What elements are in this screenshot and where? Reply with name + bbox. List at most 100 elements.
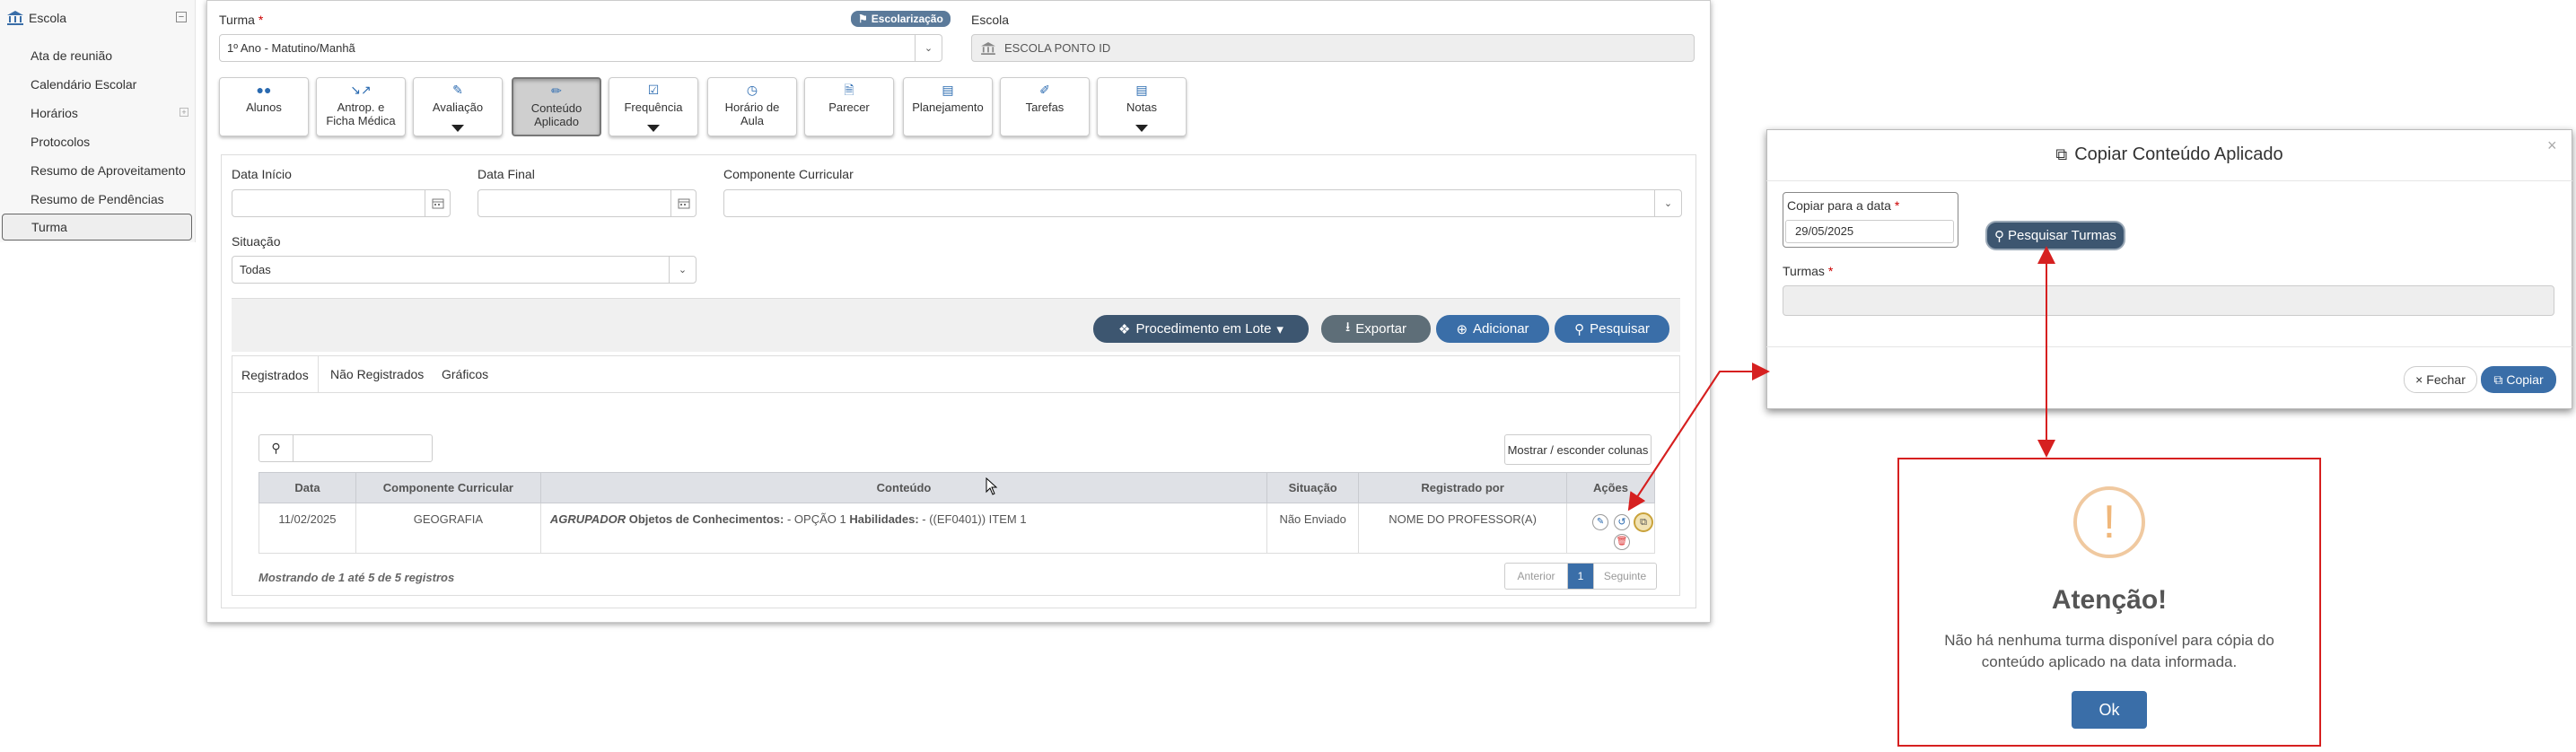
trash-icon[interactable]: 🗑 [1614,534,1631,550]
pencil-icon: ✐ [1039,83,1050,97]
sidebar-item-aproveitamento[interactable]: Resumo de Aproveitamento [31,162,186,179]
situacao-select[interactable]: Todas ⌄ [232,256,697,284]
table-search[interactable]: ⚲ [258,434,433,462]
nav-conteudo-aplicado[interactable]: ✏ Conteúdo Aplicado [512,77,601,136]
search-icon: ⚲ [1574,321,1585,337]
dropdown-caret-icon [451,125,464,132]
pagination-next[interactable]: Seguinte [1593,564,1656,589]
sidebar-item-horarios[interactable]: Horários + [31,104,188,122]
data-final-label: Data Final [478,167,535,181]
column-header[interactable]: Situação [1266,472,1360,503]
column-header[interactable]: Registrado por [1358,472,1568,503]
pagination-page[interactable]: 1 [1568,564,1593,589]
sidebar-item-pendencias[interactable]: Resumo de Pendências [31,190,164,208]
nav-planejamento[interactable]: ▤ Planejamento [903,77,993,136]
adicionar-button[interactable]: ⊕ Adicionar [1436,315,1549,343]
pesquisar-turmas-button[interactable]: ⚲ Pesquisar Turmas [1985,221,2125,250]
nav-label: Conteúdo [530,101,583,115]
copiar-button[interactable]: ⧉ Copiar [2481,366,2556,393]
column-header[interactable]: Componente Curricular [355,472,541,503]
institution-icon [981,41,995,55]
copy-icon[interactable]: ⧉ [1634,512,1654,532]
alert-title: Atenção! [2051,585,2168,615]
edit-icon[interactable]: ✎ [1592,514,1609,530]
table-row: 11/02/2025 GEOGRAFIA AGRUPADOR Objetos d… [258,503,1655,554]
badge-label: Escolarização [871,13,943,25]
fechar-button[interactable]: × Fechar [2404,366,2477,393]
objetos-value: - OPÇÃO 1 [786,512,846,526]
nav-avaliacao[interactable]: ✎ Avaliação [413,77,503,136]
situacao-label: Situação [232,234,281,249]
data-final-input[interactable] [478,189,697,217]
book-icon: ▤ [942,83,954,97]
file-icon: 🗎 [844,83,854,97]
list-icon: ▤ [1135,83,1148,97]
pencil-icon: ✏ [551,83,562,98]
history-icon[interactable]: ↺ [1614,514,1631,530]
button-label: Procedimento em Lote [1135,321,1272,337]
nav-label: Horário de [724,101,780,114]
date-input[interactable]: 29/05/2025 [1785,220,1954,243]
button-label: Adicionar [1473,321,1529,337]
column-header[interactable]: Ações [1566,472,1655,503]
data-inicio-label: Data Início [232,167,292,181]
expand-icon[interactable]: + [180,108,188,117]
sidebar-item-protocolos[interactable]: Protocolos [31,133,90,151]
nav-label: Parecer [828,101,870,114]
ok-button[interactable]: Ok [2072,691,2147,729]
cell-componente: GEOGRAFIA [355,503,541,554]
tab-graficos[interactable]: Gráficos [433,355,497,393]
nav-notas[interactable]: ▤ Notas [1097,77,1187,136]
nav-alunos[interactable]: ●● Alunos [219,77,309,136]
sidebar-item-ata[interactable]: Ata de reunião [31,47,112,65]
tab-nao-registrados[interactable]: Não Registrados [321,355,433,393]
collapse-icon[interactable]: − [176,12,187,22]
modal-header: ⧉ Copiar Conteúdo Aplicado [1766,129,2572,181]
nav-antrop[interactable]: ↘↗ Antrop. e Ficha Médica [316,77,406,136]
content-table: Data Componente Curricular Conteúdo Situ… [258,472,1655,554]
caret-down-icon: ▾ [1276,321,1284,337]
componente-select[interactable]: ⌄ [723,189,1682,217]
sidebar-item-label: Horários [31,106,78,120]
chevron-down-icon: ⌄ [669,257,696,283]
procedimento-lote-button[interactable]: ❖ Procedimento em Lote ▾ [1093,315,1309,343]
calendar-icon[interactable] [670,190,696,216]
exportar-button[interactable]: ⭳ Exportar [1321,315,1431,343]
mouse-cursor-icon [986,477,998,495]
nav-parecer[interactable]: 🗎 Parecer [804,77,894,136]
cell-data: 11/02/2025 [258,503,356,554]
column-header[interactable]: Data [258,472,356,503]
nav-frequencia[interactable]: ☑ Frequência [609,77,698,136]
nav-label: Planejamento [912,101,984,114]
turmas-select[interactable] [1783,285,2554,316]
column-header[interactable]: Conteúdo [539,472,1268,503]
toggle-columns-button[interactable]: Mostrar / esconder colunas [1504,434,1652,465]
nav-label-2: Ficha Médica [326,114,396,127]
escolarizacao-badge: ⚑ Escolarização [851,11,951,27]
dropdown-caret-icon [1135,125,1148,132]
escola-value: ESCOLA PONTO ID [1004,41,1111,55]
nav-tarefas[interactable]: ✐ Tarefas [1000,77,1090,136]
dropdown-caret-icon [647,125,660,132]
table-info: Mostrando de 1 até 5 de 5 registros [258,571,455,584]
cell-conteudo: AGRUPADOR Objetos de Conhecimentos: - OP… [539,503,1268,554]
habilidades-value: - ((EF0401)) ITEM 1 [922,512,1027,526]
tab-registrados[interactable]: Registrados [232,355,319,393]
agrupador-label: AGRUPADOR [549,512,626,526]
tab-divider [232,392,1680,393]
warning-icon: ! [2073,486,2145,558]
sidebar-header[interactable]: Escola − [5,7,190,29]
calendar-icon[interactable] [425,190,450,216]
turma-select[interactable]: 1º Ano - Matutino/Manhã ⌄ [219,34,942,62]
sidebar-item-turma[interactable]: Turma [2,214,192,240]
data-inicio-input[interactable] [232,189,451,217]
nav-horario[interactable]: ◷ Horário de Aula [707,77,797,136]
plus-circle-icon: ⊕ [1456,321,1468,337]
chevron-down-icon: ⌄ [1654,190,1681,216]
objetos-label: Objetos de Conhecimentos: [628,512,784,526]
sidebar-item-calendario[interactable]: Calendário Escolar [31,75,136,93]
pagination-prev[interactable]: Anterior [1505,564,1568,589]
search-icon: ⚲ [1994,228,2005,244]
pesquisar-button[interactable]: ⚲ Pesquisar [1555,315,1669,343]
close-icon[interactable]: × [2547,136,2557,155]
